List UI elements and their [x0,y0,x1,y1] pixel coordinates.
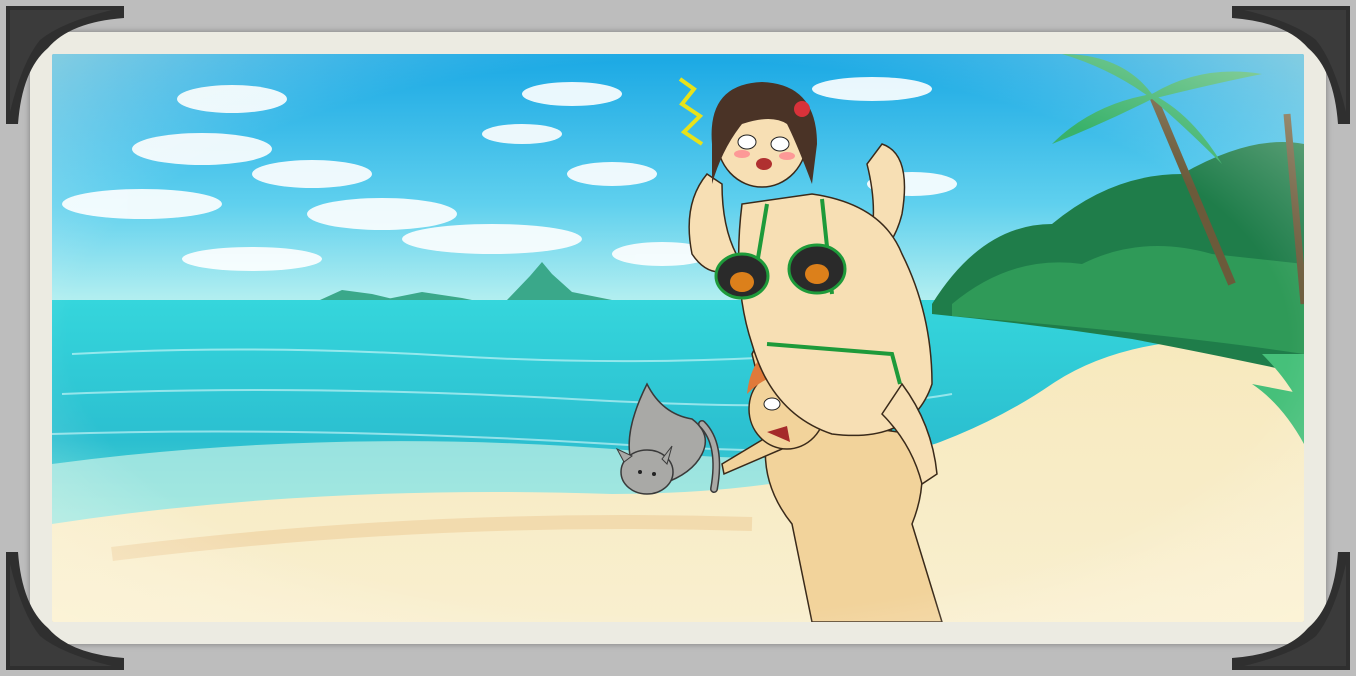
photo-corner-top-right [1230,0,1356,126]
beach-illustration [52,54,1304,622]
photo-corner-bottom-right [1230,550,1356,676]
beach-scene [52,54,1304,622]
photo-corner-bottom-left [0,550,126,676]
photo-frame-page [0,0,1356,676]
photo-corner-top-left [0,0,126,126]
